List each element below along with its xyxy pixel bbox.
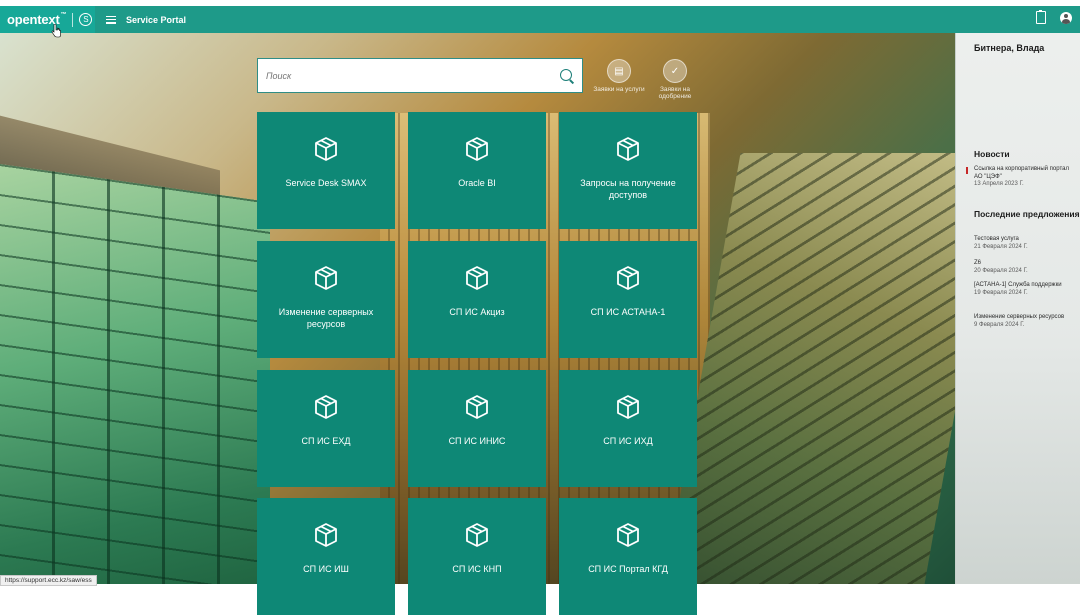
cube-icon [615, 265, 641, 291]
user-name: Битнера, Влада [974, 43, 1045, 53]
cube-icon [464, 522, 490, 548]
news-item[interactable]: Ссылка на корпоративный портал АО "ЦЭФ" … [974, 166, 1074, 189]
offer-item-title: [АСТАНА-1] Служба поддержки [974, 282, 1062, 288]
service-tile[interactable]: Изменение серверных ресурсов [257, 241, 395, 358]
hamburger-menu-icon[interactable] [106, 15, 116, 24]
request-icon: ▤ [607, 59, 631, 83]
status-bar-url: https://support.ecc.kz/saw/ess [0, 575, 97, 586]
approval-icon: ✓ [663, 59, 687, 83]
search-icon[interactable] [560, 69, 572, 81]
quick-link-label: Заявки на услуги [593, 86, 645, 93]
offer-item[interactable]: Тестовая услуга 21 Февраля 2024 Г. [974, 236, 1074, 251]
offer-item-date: 9 Февраля 2024 Г. [974, 321, 1025, 328]
service-tile[interactable]: СП ИС ИХД [559, 370, 697, 487]
service-tile-label: Изменение серверных ресурсов [278, 307, 374, 329]
service-tile[interactable]: СП ИС ИНИС [408, 370, 546, 487]
cube-icon [464, 394, 490, 420]
offer-item[interactable]: Z6 20 Февраля 2024 Г. [974, 260, 1074, 275]
cube-icon [615, 136, 641, 162]
service-tile[interactable]: СП ИС Портал КГД [559, 498, 697, 615]
offers-title: Последние предложения [974, 209, 1080, 219]
cube-icon [313, 265, 339, 291]
service-tile-label: СП ИС КНП [452, 564, 502, 574]
service-tile[interactable]: СП ИС Акциз [408, 241, 546, 358]
brand-logo-area[interactable]: opentext™ S [0, 6, 95, 33]
clipboard-icon[interactable] [1036, 10, 1046, 24]
quick-link-approvals[interactable]: ✓ Заявки на одобрение [645, 59, 705, 100]
service-tile-label: Oracle BI [458, 178, 496, 188]
user-avatar-icon[interactable] [1060, 11, 1072, 24]
offer-item-title: Z6 [974, 260, 982, 266]
app-switcher-icon[interactable]: S [79, 13, 93, 26]
brand-separator [72, 12, 74, 27]
cube-icon [464, 265, 490, 291]
service-tile[interactable]: СП ИС АСТАНА-1 [559, 241, 697, 358]
cube-icon [615, 394, 641, 420]
service-tile-label: СП ИС ИШ [303, 564, 349, 574]
news-indicator [966, 167, 968, 174]
service-tile[interactable]: Запросы на получение доступов [559, 112, 697, 229]
service-tile[interactable]: Oracle BI [408, 112, 546, 229]
search-input[interactable] [266, 68, 546, 84]
offer-item[interactable]: Изменение серверных ресурсов 9 Февраля 2… [974, 314, 1074, 329]
service-tile-label: СП ИС Акциз [449, 307, 505, 317]
offer-item[interactable]: [АСТАНА-1] Служба поддержки 19 Февраля 2… [974, 282, 1074, 297]
cube-icon [313, 136, 339, 162]
service-tile[interactable]: СП ИС КНП [408, 498, 546, 615]
cube-icon [313, 522, 339, 548]
right-sidebar: Битнера, Влада Новости Ссылка на корпора… [955, 33, 1080, 584]
portal-title: Service Portal [126, 14, 187, 25]
service-tile-label: СП ИС Портал КГД [588, 564, 668, 574]
offer-item-title: Изменение серверных ресурсов [974, 314, 1065, 320]
news-item-title: Ссылка на корпоративный портал АО "ЦЭФ" [974, 166, 1069, 180]
service-tile-label: СП ИС ИХД [603, 436, 653, 446]
cube-icon [313, 394, 339, 420]
service-tile[interactable]: Service Desk SMAX [257, 112, 395, 229]
offer-item-date: 19 Февраля 2024 Г. [974, 289, 1028, 296]
service-tile-label: СП ИС АСТАНА-1 [590, 307, 666, 317]
service-tile[interactable]: СП ИС ИШ [257, 498, 395, 615]
search-box [257, 58, 583, 93]
hand-cursor-icon [51, 24, 61, 38]
app-header: opentext™ S Service Portal [0, 6, 1080, 33]
quick-link-requests[interactable]: ▤ Заявки на услуги [589, 59, 649, 93]
offer-item-date: 21 Февраля 2024 Г. [974, 243, 1028, 250]
cube-icon [615, 522, 641, 548]
quick-link-label: Заявки на одобрение [658, 86, 692, 100]
service-tile-label: СП ИС ЕХД [301, 436, 351, 446]
offer-item-title: Тестовая услуга [974, 236, 1019, 242]
service-tile-label: СП ИС ИНИС [448, 436, 506, 446]
service-tile[interactable]: СП ИС ЕХД [257, 370, 395, 487]
service-tile-label: Запросы на получение доступов [580, 178, 676, 200]
news-item-date: 13 Апреля 2023 Г. [974, 181, 1024, 187]
service-tile-label: Service Desk SMAX [285, 178, 367, 188]
header-actions [1036, 10, 1072, 24]
cube-icon [464, 136, 490, 162]
offer-item-date: 20 Февраля 2024 Г. [974, 267, 1028, 274]
news-title: Новости [974, 149, 1010, 159]
